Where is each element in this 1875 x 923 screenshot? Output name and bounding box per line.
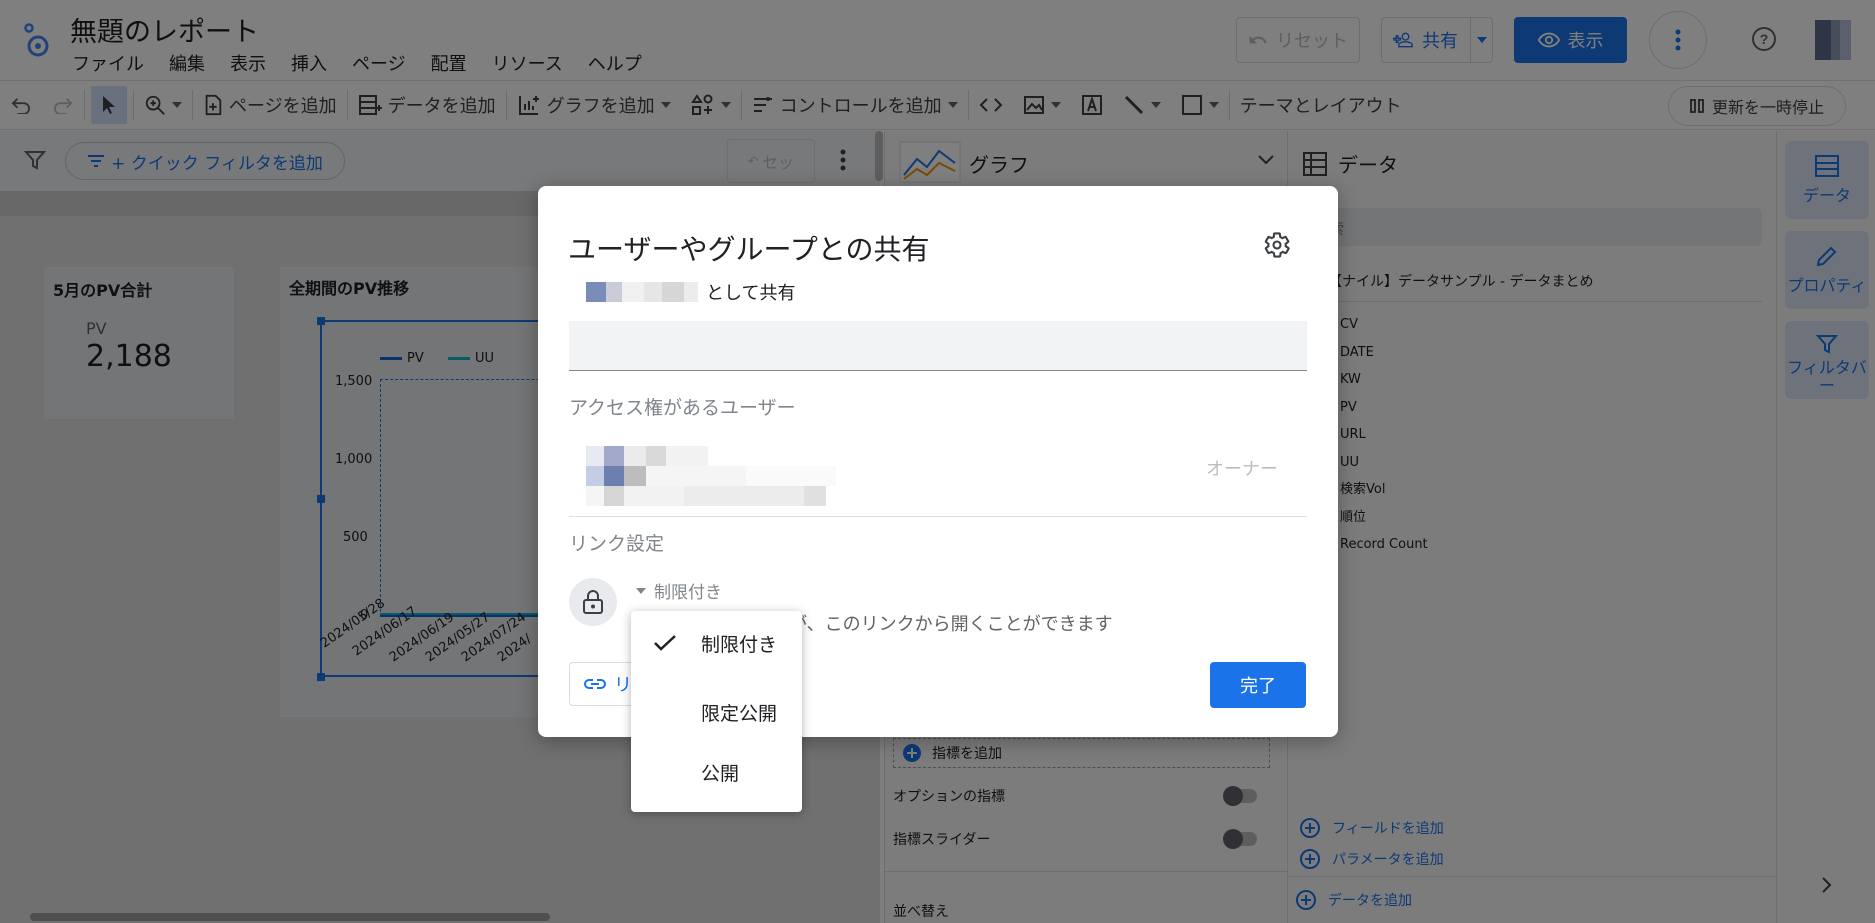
share-as-row: として共有 [586,279,795,305]
link-access-dropdown-menu: 制限付き 限定公開 公開 [631,611,802,812]
lock-icon [569,578,617,626]
menu-item-restricted[interactable]: 制限付き [631,613,802,673]
done-button[interactable]: 完了 [1210,662,1306,708]
menu-item-label: 公開 [701,762,740,785]
check-icon [654,635,676,651]
link-settings-heading: リンク設定 [569,533,665,555]
access-users-heading: アクセス権があるユーザー [569,397,796,419]
link-icon [584,679,606,689]
dialog-title: ユーザーやグループとの共有 [568,233,930,266]
link-access-value: 制限付き [654,583,722,603]
gear-icon[interactable] [1263,231,1291,259]
owner-user-row [586,446,886,508]
share-as-avatar [586,282,698,302]
link-access-select[interactable]: 制限付き [636,578,722,603]
menu-item-limited-public[interactable]: 限定公開 [631,682,802,742]
menu-item-public[interactable]: 公開 [631,742,802,802]
menu-item-label: 限定公開 [701,702,778,725]
owner-role-label: オーナー [1206,459,1278,480]
copy-link-label: リ [614,675,632,696]
link-access-description: のみが、このリンクから開くことができます [753,614,1113,635]
add-people-input[interactable] [569,321,1307,371]
dialog-divider [569,516,1307,517]
share-as-label: として共有 [706,283,796,304]
menu-item-label: 制限付き [701,633,778,656]
caret-down-icon [636,587,646,594]
